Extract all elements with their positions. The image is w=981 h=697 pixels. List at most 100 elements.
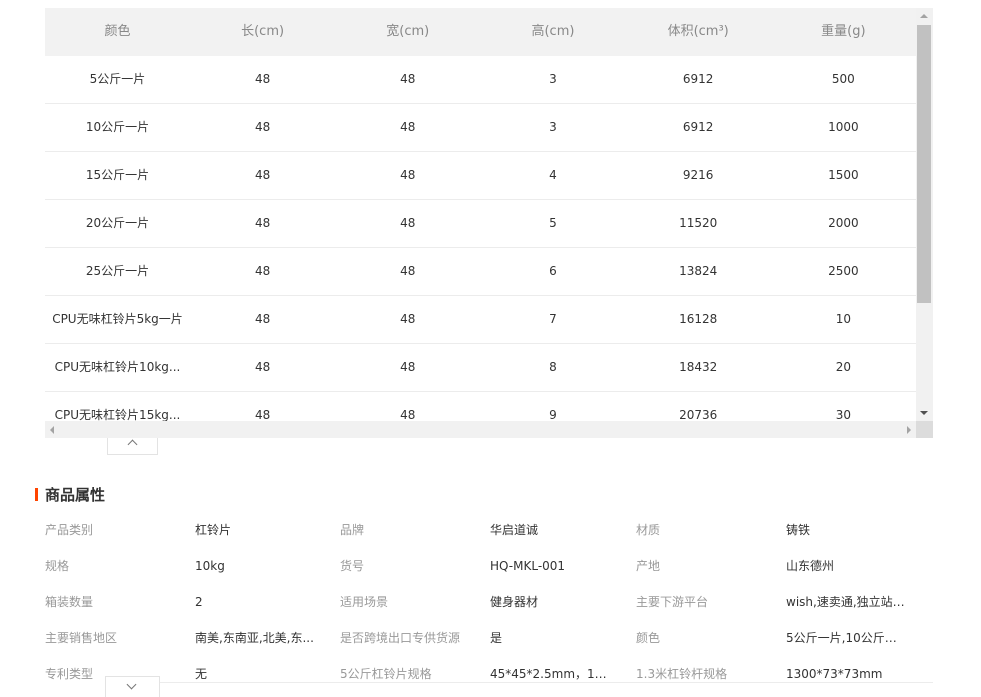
table-cell: 11520	[679, 216, 718, 230]
attribute-value: 铸铁	[786, 523, 811, 537]
attribute-label: 产品类别	[45, 523, 94, 537]
section-title: 商品属性	[35, 485, 105, 505]
table-row: 20公斤一片 48 48 5 11520 2000	[45, 200, 916, 248]
table-cell: 8	[549, 360, 557, 374]
table-cell: 48	[400, 120, 416, 134]
attribute-value: 1300*73*73mm	[786, 667, 883, 681]
attribute-row: 专利类型无5公斤杠铃片规格45*45*2.5mm，10公...1.3米杠铃杆规格…	[45, 656, 945, 692]
table-cell: 10公斤一片	[85, 120, 150, 134]
attribute-value: 5公斤一片,10公斤一...	[786, 631, 908, 645]
table-cell: 6912	[682, 120, 714, 134]
table-cell: 48	[400, 360, 416, 374]
table-cell: 48	[254, 72, 271, 86]
table-cell: 48	[400, 312, 416, 326]
section-title-text: 商品属性	[45, 486, 106, 504]
scroll-up-arrow-icon[interactable]	[920, 14, 928, 18]
attribute-value: 华启道诚	[490, 523, 539, 537]
header-volume: 体积(cm³)	[667, 24, 729, 39]
attribute-value: wish,速卖通,独立站,L...	[786, 595, 908, 609]
table-cell: 15公斤一片	[85, 168, 150, 182]
table-cell: 2000	[828, 216, 859, 230]
table-cell: 1500	[828, 168, 859, 182]
table-cell: 9	[549, 408, 557, 421]
table-cell: 48	[400, 264, 416, 278]
table-cell: 48	[254, 168, 271, 182]
sku-table-panel: 颜色 长(cm) 宽(cm) 高(cm) 体积(cm³) 重量(g) 5公斤一片…	[45, 8, 933, 438]
attribute-label: 是否跨境出口专供货源	[340, 631, 461, 645]
attribute-value: 45*45*2.5mm，10公...	[490, 667, 612, 681]
table-cell: CPU无味杠铃片10kg...	[54, 360, 181, 374]
table-cell: 3	[549, 72, 557, 86]
divider	[160, 682, 933, 683]
table-cell: 48	[400, 408, 416, 421]
attribute-label: 规格	[45, 559, 70, 573]
attribute-value: 10kg	[195, 559, 225, 573]
sku-table-body: 5公斤一片 48 48 3 6912 500 10公斤一片 48 48 3 6912 1000 15公斤…	[45, 56, 916, 421]
table-cell: 2500	[828, 264, 859, 278]
table-row: CPU无味杠铃片15kg... 48 48 9 20736 30	[45, 392, 916, 421]
sku-table: 颜色 长(cm) 宽(cm) 高(cm) 体积(cm³) 重量(g) 5公斤一片…	[45, 8, 916, 421]
scroll-down-arrow-icon[interactable]	[920, 411, 928, 415]
attribute-row: 规格 10kg 货号 HQ-MKL-001 产地 山东德州	[45, 548, 945, 584]
attribute-label: 主要销售地区	[45, 631, 118, 645]
attribute-label: 货号	[340, 559, 365, 573]
header-height: 高(cm)	[531, 24, 575, 39]
table-cell: 20公斤一片	[85, 216, 150, 230]
attribute-value: 健身器材	[490, 595, 539, 609]
table-cell: 48	[254, 360, 271, 374]
table-cell: 13824	[679, 264, 718, 278]
table-cell: 4	[549, 168, 557, 182]
table-row: CPU无味杠铃片10kg... 48 48 8 18432 20	[45, 344, 916, 392]
scroll-left-arrow-icon[interactable]	[50, 426, 54, 434]
table-cell: 7	[549, 312, 557, 326]
attribute-value: 山东德州	[786, 559, 835, 573]
attribute-value: 2	[195, 595, 203, 609]
attribute-label: 适用场景	[340, 595, 389, 609]
table-cell: 3	[549, 120, 557, 134]
table-cell: 16128	[679, 312, 718, 326]
attribute-label: 5公斤杠铃片规格	[340, 667, 432, 681]
attribute-value: 无	[195, 667, 208, 681]
table-cell: 48	[254, 312, 271, 326]
collapse-table-button[interactable]	[107, 438, 158, 455]
table-cell: 48	[254, 264, 271, 278]
table-cell: 48	[254, 216, 271, 230]
attribute-value: 杠铃片	[195, 523, 232, 537]
table-cell: 25公斤一片	[85, 264, 150, 278]
table-cell: 6	[549, 264, 557, 278]
attribute-row: 箱装数量 2 适用场景 健身器材 主要下游平台 wish,速卖通,独立站,L...	[45, 584, 945, 620]
attribute-label: 颜色	[636, 631, 661, 645]
attribute-value: 南美,东南亚,北美,东...	[195, 631, 314, 645]
attributes-grid: 产品类别 杠铃片 品牌 华启道诚 材质 铸铁 规格 10kg 货号 HQ-MKL-001 产地 山东德…	[45, 512, 945, 692]
table-cell: 5公斤一片	[89, 72, 146, 86]
table-cell: 5	[549, 216, 557, 230]
horizontal-scrollbar[interactable]	[45, 421, 916, 438]
expand-more-button[interactable]	[105, 676, 160, 697]
table-cell: 20736	[679, 408, 718, 421]
attribute-value: HQ-MKL-001	[490, 559, 566, 573]
table-cell: 48	[400, 72, 416, 86]
attribute-row: 主要销售地区 南美,东南亚,北美,东... 是否跨境出口专供货源 是 颜色 5公斤一片,1…	[45, 620, 945, 656]
attribute-label: 产地	[636, 559, 661, 573]
sku-table-header: 颜色 长(cm) 宽(cm) 高(cm) 体积(cm³) 重量(g)	[45, 8, 916, 56]
table-cell: CPU无味杠铃片5kg一片	[52, 312, 183, 326]
scrollbar-corner	[916, 421, 933, 438]
table-cell: 48	[400, 216, 416, 230]
scroll-right-arrow-icon[interactable]	[907, 426, 911, 434]
vertical-scrollbar[interactable]	[916, 8, 933, 421]
table-cell: 9216	[682, 168, 714, 182]
table-row: 15公斤一片 48 48 4 9216 1500	[45, 152, 916, 200]
table-cell: 48	[254, 408, 271, 421]
table-cell: 500	[831, 72, 855, 86]
table-cell: 48	[400, 168, 416, 182]
table-row: CPU无味杠铃片5kg一片 48 48 7 16128 10	[45, 296, 916, 344]
table-cell: 6912	[682, 72, 714, 86]
header-color: 颜色	[104, 24, 131, 39]
table-row: 10公斤一片 48 48 3 6912 1000	[45, 104, 916, 152]
vertical-scroll-thumb[interactable]	[917, 25, 931, 303]
chevron-up-icon	[127, 439, 138, 450]
attribute-label: 箱装数量	[45, 595, 94, 609]
attribute-label: 材质	[636, 523, 661, 537]
table-cell: CPU无味杠铃片15kg...	[54, 408, 181, 421]
header-weight: 重量(g)	[821, 24, 866, 39]
